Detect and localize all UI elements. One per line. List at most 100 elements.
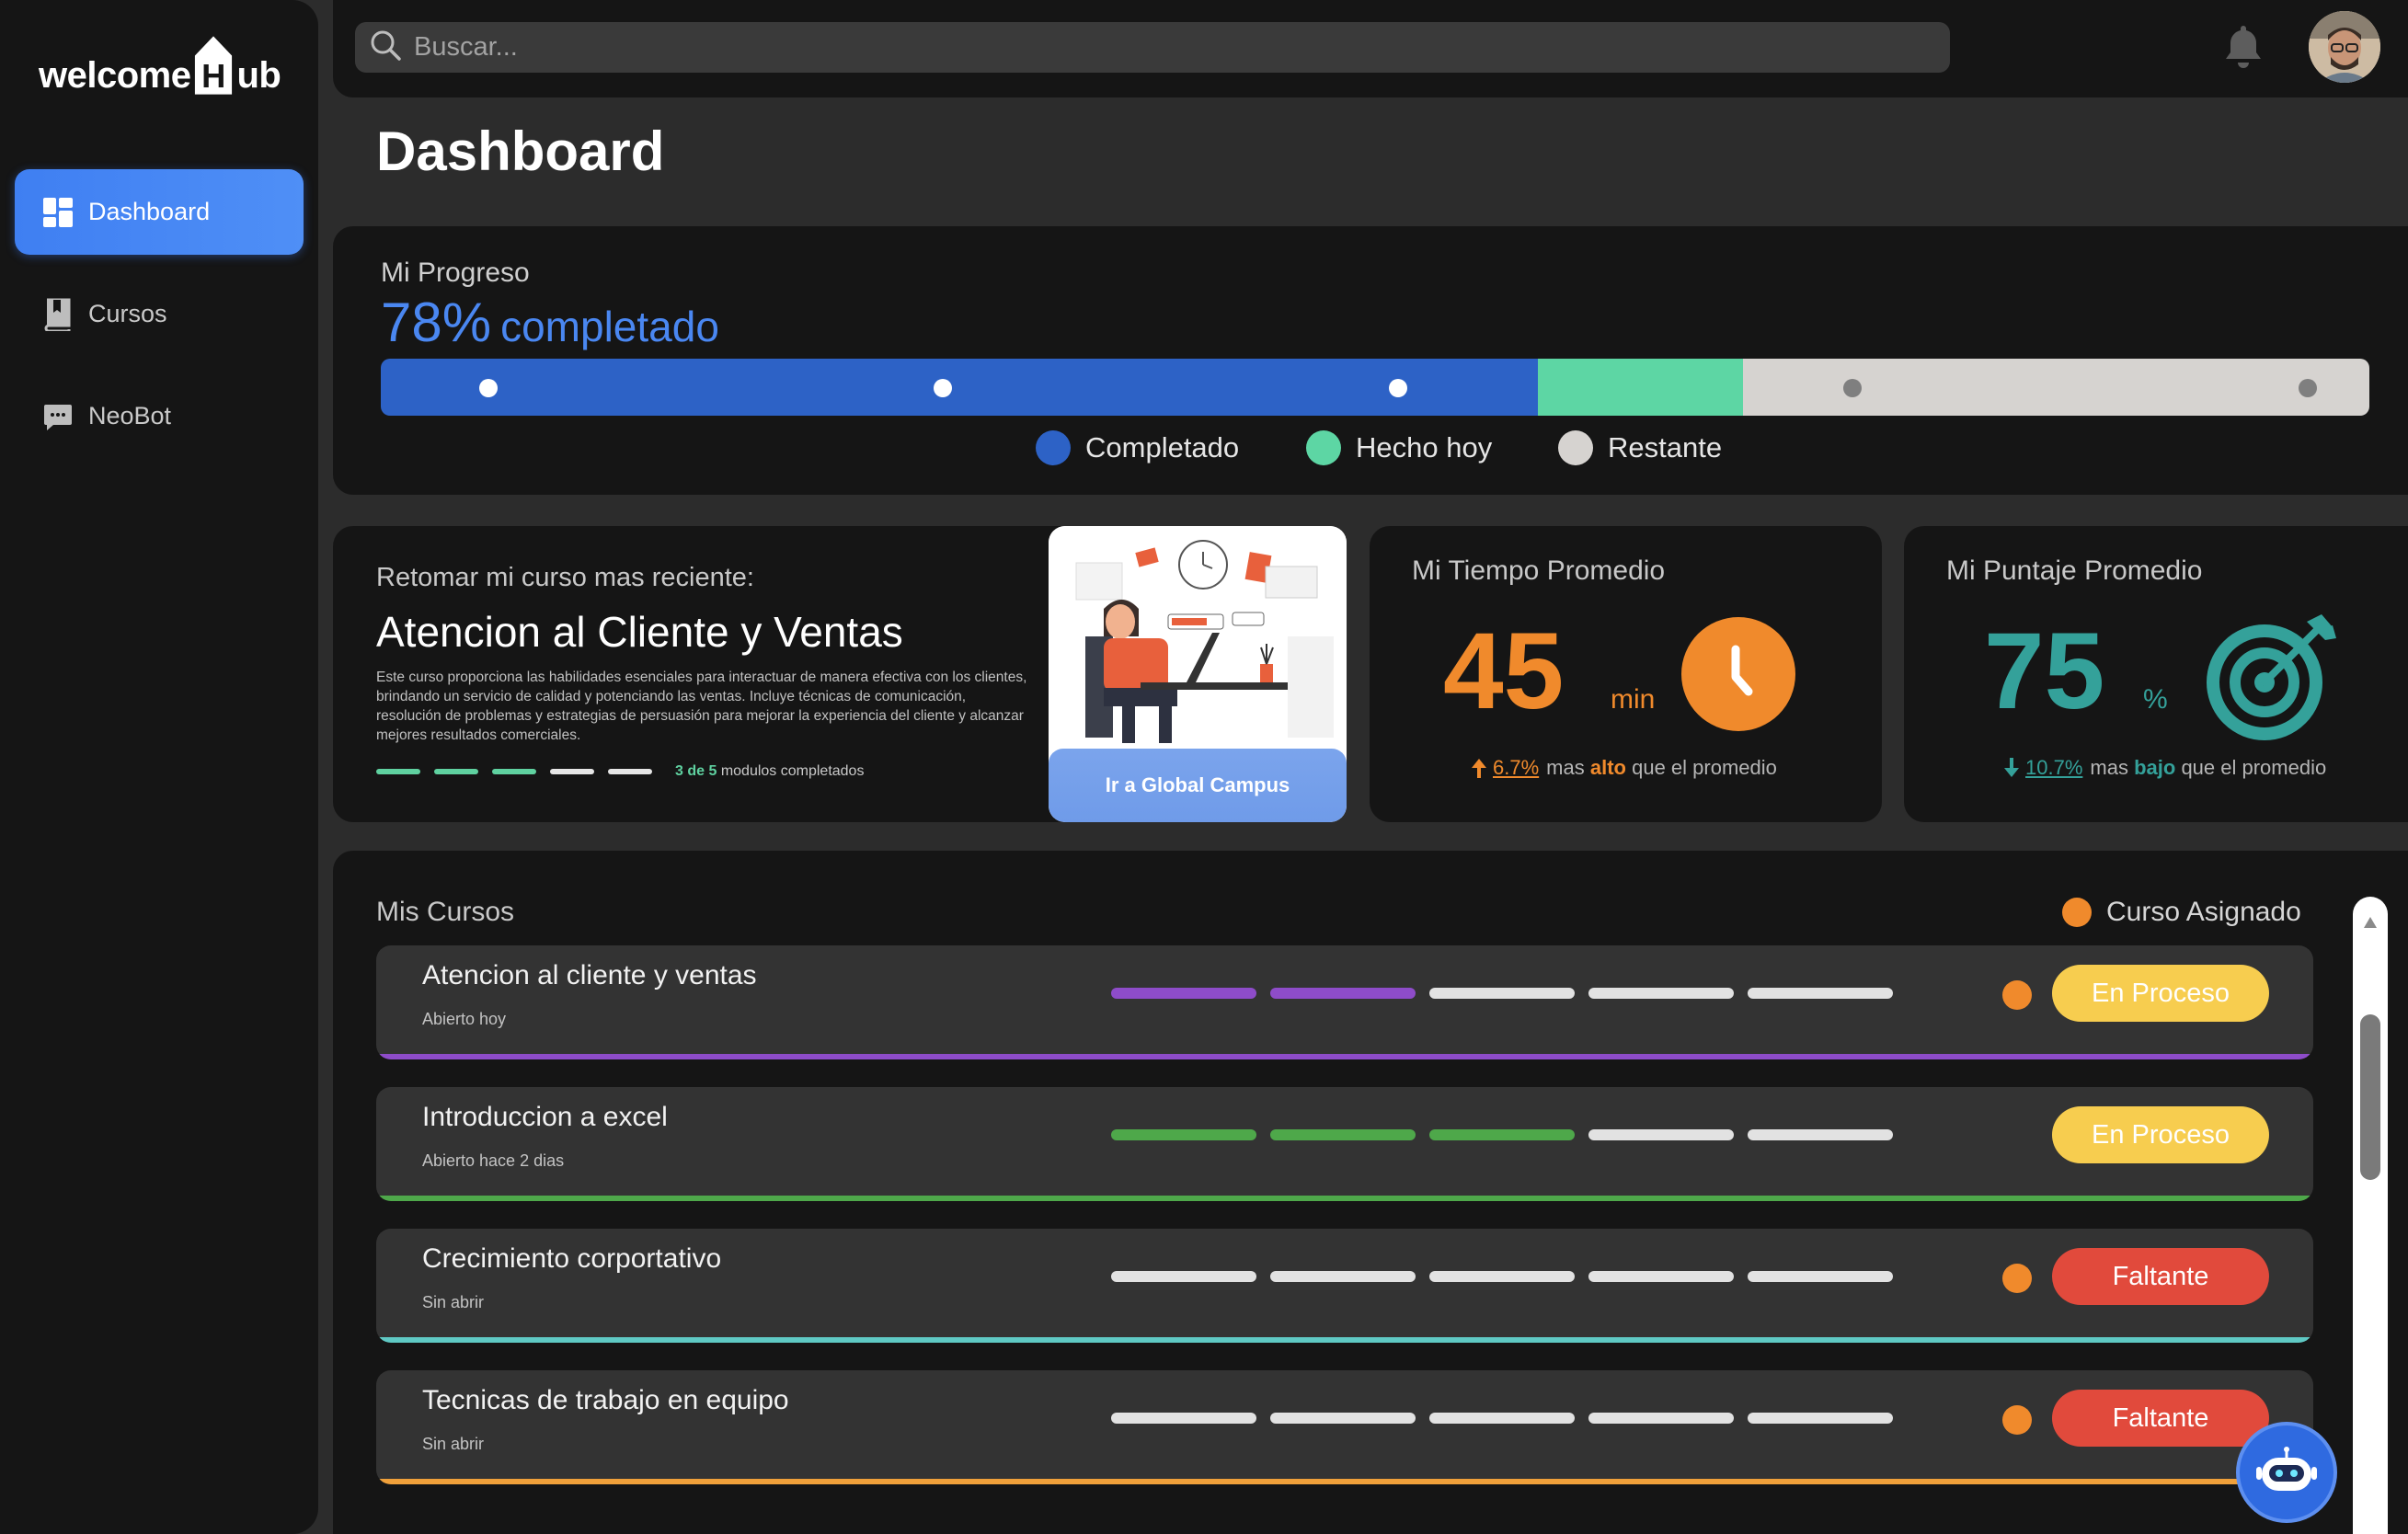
course-accent-line: [376, 1479, 2313, 1484]
course-row[interactable]: Atencion al cliente y ventas Abierto hoy E…: [376, 945, 2313, 1059]
assigned-course-legend: Curso Asignado: [2062, 897, 2301, 928]
course-status-button[interactable]: Faltante: [2052, 1248, 2269, 1305]
course-row[interactable]: Introduccion a excel Abierto hace 2 dias E…: [376, 1087, 2313, 1201]
bell-icon[interactable]: [2222, 22, 2265, 74]
resume-course-title[interactable]: Atencion al Cliente y Ventas: [376, 607, 903, 657]
progress-segment-today: [1538, 359, 1743, 416]
scroll-up-icon[interactable]: [2363, 915, 2378, 934]
module-segment: [1111, 988, 1256, 999]
assigned-course-dot: [2002, 1264, 2032, 1293]
progress-label: Mi Progreso: [381, 258, 530, 288]
resume-modules-progress: 3 de 5 modulos completados: [376, 763, 864, 780]
progress-percent-word: completado: [500, 303, 719, 350]
my-courses-card: Mis Cursos Curso Asignado Atencion al cl…: [333, 851, 2408, 1534]
sidebar-item-cursos[interactable]: Cursos: [15, 271, 304, 357]
course-status-button[interactable]: En Proceso: [2052, 1106, 2269, 1163]
module-segment: [1748, 1413, 1893, 1424]
progress-milestone-dot: [934, 379, 952, 397]
progress-milestone-dot: [2299, 379, 2317, 397]
book-icon: [42, 298, 74, 331]
brand-text-start: welcome: [39, 55, 191, 96]
average-score-unit: %: [2143, 684, 2168, 715]
progress-percent: 78% completado: [381, 291, 719, 354]
course-last-opened: Sin abrir: [422, 1293, 485, 1311]
sidebar-item-label: NeoBot: [88, 402, 172, 429]
delta-percent: 10.7%: [2025, 756, 2083, 779]
legend-label: Completado: [1085, 431, 1240, 464]
course-name[interactable]: Crecimiento corportativo: [422, 1243, 721, 1275]
assigned-course-dot: [2002, 1405, 2032, 1435]
course-row[interactable]: Tecnicas de trabajo en equipo Sin abrir Fa…: [376, 1370, 2313, 1484]
courses-scrollbar[interactable]: [2353, 897, 2388, 1534]
page-title: Dashboard: [376, 120, 665, 182]
average-time-unit: min: [1611, 684, 1656, 715]
progress-milestone-dot: [1389, 379, 1407, 397]
module-segment: [1429, 1271, 1575, 1282]
chat-bubble-icon: [42, 401, 74, 432]
neobot-chat-button[interactable]: [2236, 1422, 2337, 1523]
module-segment: [608, 769, 652, 774]
robot-icon: [2256, 1447, 2317, 1491]
course-name[interactable]: Atencion al cliente y ventas: [422, 960, 757, 991]
sidebar: welcome H ub Dashboard Cursos NeoBot: [0, 0, 318, 1534]
module-segment: [1270, 1413, 1416, 1424]
module-segment: [434, 769, 478, 774]
module-segment: [1111, 1413, 1256, 1424]
delta-word: mas: [1546, 756, 1585, 779]
module-segment: [376, 769, 420, 774]
modules-count: 3 de 5: [675, 763, 717, 779]
module-segment: [1111, 1271, 1256, 1282]
resume-label: Retomar mi curso mas reciente:: [376, 563, 754, 592]
go-global-campus-button[interactable]: Ir a Global Campus: [1049, 749, 1347, 822]
average-score-delta: 10.7% mas bajo que el promedio: [2003, 756, 2326, 780]
course-module-progress: [1111, 1413, 1907, 1424]
progress-bar: [381, 359, 2369, 416]
module-segment: [1588, 988, 1734, 999]
average-time-label: Mi Tiempo Promedio: [1412, 555, 1666, 586]
progress-milestone-dot: [1843, 379, 1862, 397]
search-icon: [370, 29, 401, 65]
scrollbar-thumb[interactable]: [2360, 1014, 2380, 1180]
module-segment: [1429, 1413, 1575, 1424]
delta-word: mas: [2090, 756, 2128, 779]
delta-tail: que el promedio: [1632, 756, 1777, 779]
progress-card: Mi Progreso 78% completado Completado Hec…: [333, 226, 2408, 495]
course-module-progress: [1111, 1271, 1907, 1282]
assigned-course-dot: [2002, 980, 2032, 1010]
course-status-button[interactable]: En Proceso: [2052, 965, 2269, 1022]
resume-course-card: Retomar mi curso mas reciente: Atencion …: [333, 526, 1347, 822]
house-logo-icon: H: [193, 34, 234, 97]
legend-dot: [1036, 430, 1071, 465]
modules-text: modulos completados: [720, 763, 865, 779]
sidebar-item-dashboard[interactable]: Dashboard: [15, 169, 304, 255]
topbar: [333, 0, 2408, 97]
course-accent-line: [376, 1196, 2313, 1201]
module-segment: [1748, 988, 1893, 999]
delta-percent: 6.7%: [1493, 756, 1540, 779]
average-score-label: Mi Puntaje Promedio: [1946, 555, 2203, 586]
average-time-card: Mi Tiempo Promedio 45 min 6.7% mas alto …: [1370, 526, 1882, 822]
sidebar-item-neobot[interactable]: NeoBot: [15, 373, 304, 459]
course-name[interactable]: Tecnicas de trabajo en equipo: [422, 1385, 789, 1416]
module-segment: [1588, 1413, 1734, 1424]
arrow-down-icon: [2004, 758, 2019, 777]
course-status-button[interactable]: Faltante: [2052, 1390, 2269, 1447]
user-avatar[interactable]: [2309, 11, 2380, 83]
search-input[interactable]: [414, 32, 1886, 63]
progress-segment-completed: [381, 359, 1539, 416]
module-segment: [1588, 1129, 1734, 1140]
my-courses-title: Mis Cursos: [376, 897, 515, 927]
average-time-delta: 6.7% mas alto que el promedio: [1471, 756, 1777, 780]
person-at-desk-illustration: [1049, 526, 1347, 756]
course-row[interactable]: Crecimiento corportativo Sin abrir Faltant…: [376, 1229, 2313, 1343]
brand-logo[interactable]: welcome H ub: [39, 28, 281, 97]
module-segment: [1588, 1271, 1734, 1282]
progress-segment-remaining: [1742, 359, 2369, 416]
module-segment: [1748, 1271, 1893, 1282]
search-bar[interactable]: [355, 22, 1950, 73]
brand-house-letter: H: [202, 57, 226, 95]
assigned-dot: [2062, 898, 2092, 927]
course-accent-line: [376, 1054, 2313, 1059]
module-segment: [1748, 1129, 1893, 1140]
course-name[interactable]: Introduccion a excel: [422, 1102, 668, 1133]
